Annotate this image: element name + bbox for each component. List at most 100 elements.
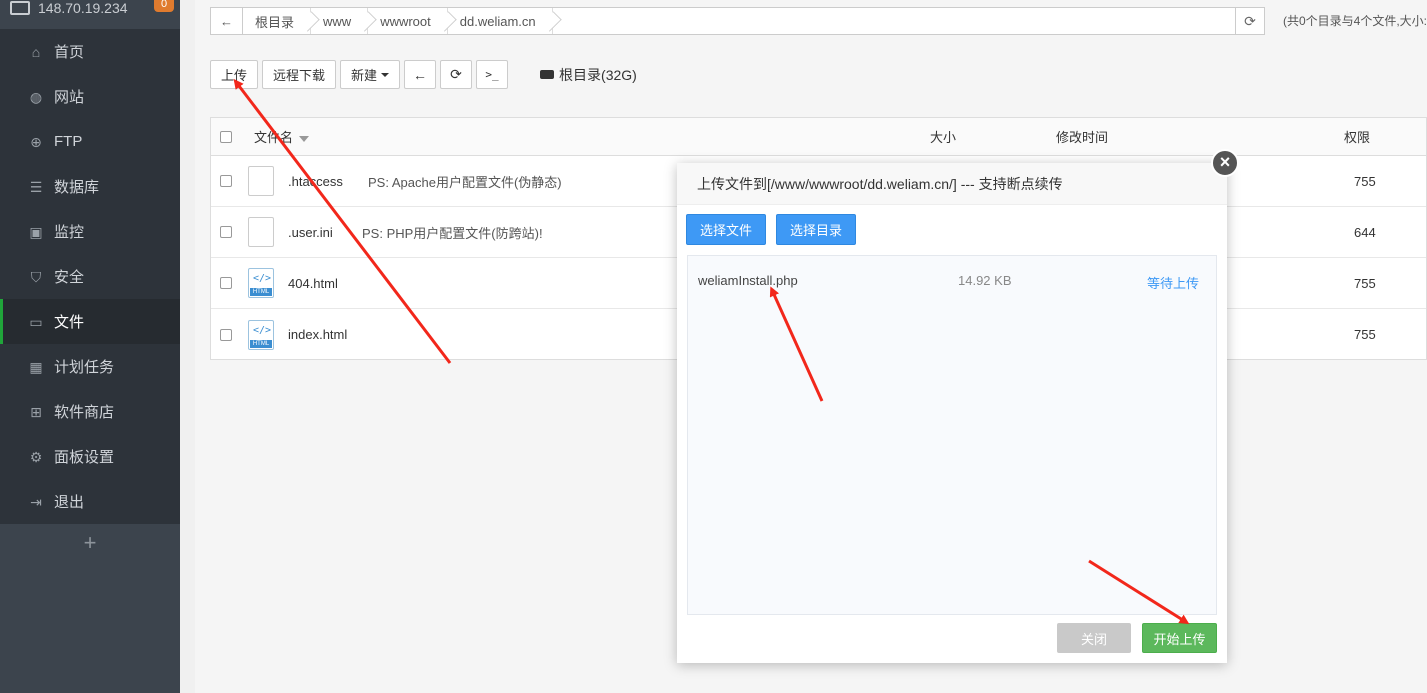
monitor-icon: ▣ — [29, 223, 43, 240]
file-name[interactable]: index.html — [288, 327, 370, 342]
gear-icon: ⚙ — [29, 448, 43, 465]
logout-icon: ⇥ — [30, 493, 42, 510]
close-icon[interactable]: × — [1211, 149, 1239, 177]
file-name[interactable]: .htaccess — [288, 174, 370, 189]
html-label: HTML — [250, 339, 272, 348]
select-directory-button[interactable]: 选择目录 — [776, 214, 857, 245]
crumb-wwwroot[interactable]: wwwroot — [368, 8, 448, 34]
sidebar-item-logout[interactable]: ⇥ 退出 — [0, 479, 180, 524]
upload-button[interactable]: 上传 — [210, 60, 259, 89]
path-refresh-button[interactable]: ⟳ — [1235, 7, 1265, 35]
sidebar-item-label: 安全 — [54, 269, 85, 286]
crumb-www[interactable]: www — [311, 8, 369, 34]
header-time[interactable]: 修改时间 — [1056, 127, 1108, 146]
sidebar-item-label: 监控 — [54, 224, 85, 241]
html-label: HTML — [250, 288, 272, 296]
file-name[interactable]: .user.ini — [288, 225, 362, 240]
shield-icon: ⛉ — [30, 268, 42, 285]
row-checkbox[interactable] — [220, 277, 232, 289]
new-label: 新建 — [351, 68, 378, 83]
header-name-label: 文件名 — [254, 130, 294, 145]
database-icon: ☰ — [29, 178, 43, 195]
sidebar-item-monitor[interactable]: ▣ 监控 — [0, 209, 180, 254]
upload-file-list: weliamInstall.php 14.92 KB 等待上传 — [687, 255, 1217, 615]
calendar-icon: ▦ — [29, 358, 43, 375]
ftp-icon: ⊕ — [30, 133, 42, 150]
hdd-icon — [540, 70, 555, 79]
file-perm[interactable]: 644 — [1354, 225, 1376, 240]
sidebar-item-label: 计划任务 — [54, 359, 115, 376]
sidebar-item-store[interactable]: ⊞ 软件商店 — [0, 389, 180, 434]
file-ps: PS: PHP用户配置文件(防跨站)! — [362, 225, 543, 241]
file-icon — [248, 166, 274, 196]
header-size[interactable]: 大小 — [930, 127, 956, 146]
html-file-icon: </> HTML — [248, 319, 274, 350]
file-perm[interactable]: 755 — [1354, 327, 1376, 342]
code-tag-glyph: </> — [253, 324, 272, 336]
html-file-icon: </> HTML — [248, 268, 274, 298]
header-perm[interactable]: 权限 — [1344, 127, 1370, 146]
file-ps: PS: Apache用户配置文件(伪静态) — [368, 174, 562, 190]
sidebar-item-website[interactable]: ◍ 网站 — [0, 74, 180, 119]
sidebar-item-label: FTP — [54, 133, 83, 150]
crumb-site[interactable]: dd.weliam.cn — [448, 8, 553, 34]
row-checkbox[interactable] — [220, 328, 232, 341]
disk-selector[interactable]: 根目录(32G) — [540, 65, 637, 85]
dialog-select-buttons: 选择文件 选择目录 — [686, 214, 866, 245]
sidebar-item-database[interactable]: ☰ 数据库 — [0, 164, 180, 209]
start-upload-button[interactable]: 开始上传 — [1142, 623, 1217, 653]
sidebar-item-files[interactable]: ▭ 文件 — [0, 299, 180, 344]
breadcrumb: ← 根目录 www wwwroot dd.weliam.cn — [210, 7, 1265, 35]
upload-file-name: weliamInstall.php — [698, 273, 798, 288]
refresh-icon[interactable]: ⟳ — [440, 60, 473, 89]
list-item: weliamInstall.php 14.92 KB 等待上传 — [698, 273, 1208, 291]
sidebar-item-home[interactable]: ⌂ 首页 — [0, 29, 180, 74]
sidebar-item-cron[interactable]: ▦ 计划任务 — [0, 344, 180, 389]
sidebar-item-label: 首页 — [54, 44, 85, 61]
row-checkbox[interactable] — [220, 226, 232, 238]
sidebar-item-settings[interactable]: ⚙ 面板设置 — [0, 434, 180, 479]
back-arrow-icon[interactable]: ← — [404, 60, 437, 89]
sidebar-item-label: 文件 — [54, 314, 85, 331]
new-dropdown-button[interactable]: 新建 — [340, 60, 401, 89]
upload-dialog: 上传文件到[/www/wwwroot/dd.weliam.cn/] --- 支持… — [677, 149, 1239, 663]
terminal-icon[interactable]: >_ — [476, 60, 509, 89]
sidebar-item-ftp[interactable]: ⊕ FTP — [0, 119, 180, 164]
select-all-checkbox[interactable] — [220, 130, 232, 143]
sidebar: 148.70.19.234 0 ⌂ 首页 ◍ 网站 ⊕ FTP ☰ 数据库 ▣ 监控 ⛉ 安… — [0, 0, 180, 693]
file-perm[interactable]: 755 — [1354, 174, 1376, 189]
sidebar-item-label: 软件商店 — [54, 404, 115, 421]
file-perm[interactable]: 755 — [1354, 276, 1376, 291]
table-header: 文件名 大小 修改时间 权限 — [211, 118, 1426, 156]
upload-file-status: 等待上传 — [1147, 276, 1200, 291]
sidebar-item-label: 数据库 — [54, 179, 100, 196]
monitor-icon — [10, 1, 30, 15]
sidebar-item-security[interactable]: ⛉ 安全 — [0, 254, 180, 299]
remote-download-button[interactable]: 远程下载 — [262, 60, 337, 89]
file-toolbar: 上传 远程下载 新建 ← ⟳ >_ 根目录(32G) — [210, 60, 637, 89]
home-icon: ⌂ — [31, 43, 41, 60]
add-menu-button[interactable]: + — [0, 530, 180, 556]
file-icon — [248, 217, 274, 247]
crumb-root[interactable]: 根目录 — [243, 8, 312, 34]
file-name[interactable]: 404.html — [288, 276, 370, 291]
path-back-button[interactable]: ← — [211, 8, 243, 34]
select-file-button[interactable]: 选择文件 — [686, 214, 767, 245]
server-ip: 148.70.19.234 — [38, 0, 128, 16]
upload-file-size: 14.92 KB — [958, 273, 1012, 288]
globe-icon: ◍ — [29, 88, 43, 105]
directory-summary: (共0个目录与4个文件,大小: — [1283, 14, 1427, 28]
caret-down-icon — [381, 72, 390, 77]
header-name[interactable]: 文件名 — [254, 127, 310, 146]
sidebar-item-label: 面板设置 — [54, 449, 115, 466]
folder-icon: ▭ — [29, 313, 43, 330]
sidebar-item-label: 退出 — [54, 494, 85, 511]
code-tag-glyph: </> — [253, 273, 272, 284]
dialog-close-button[interactable]: 关闭 — [1057, 623, 1131, 653]
sidebar-menu: ⌂ 首页 ◍ 网站 ⊕ FTP ☰ 数据库 ▣ 监控 ⛉ 安全 ▭ 文件 ▦ 计划任务 ⊞ 软件商… — [0, 29, 180, 524]
sort-caret-icon — [299, 136, 310, 142]
row-checkbox[interactable] — [220, 175, 232, 187]
notification-badge[interactable]: 0 — [154, 0, 174, 12]
server-header: 148.70.19.234 0 — [0, 0, 180, 30]
disk-label: 根目录(32G) — [559, 66, 637, 83]
